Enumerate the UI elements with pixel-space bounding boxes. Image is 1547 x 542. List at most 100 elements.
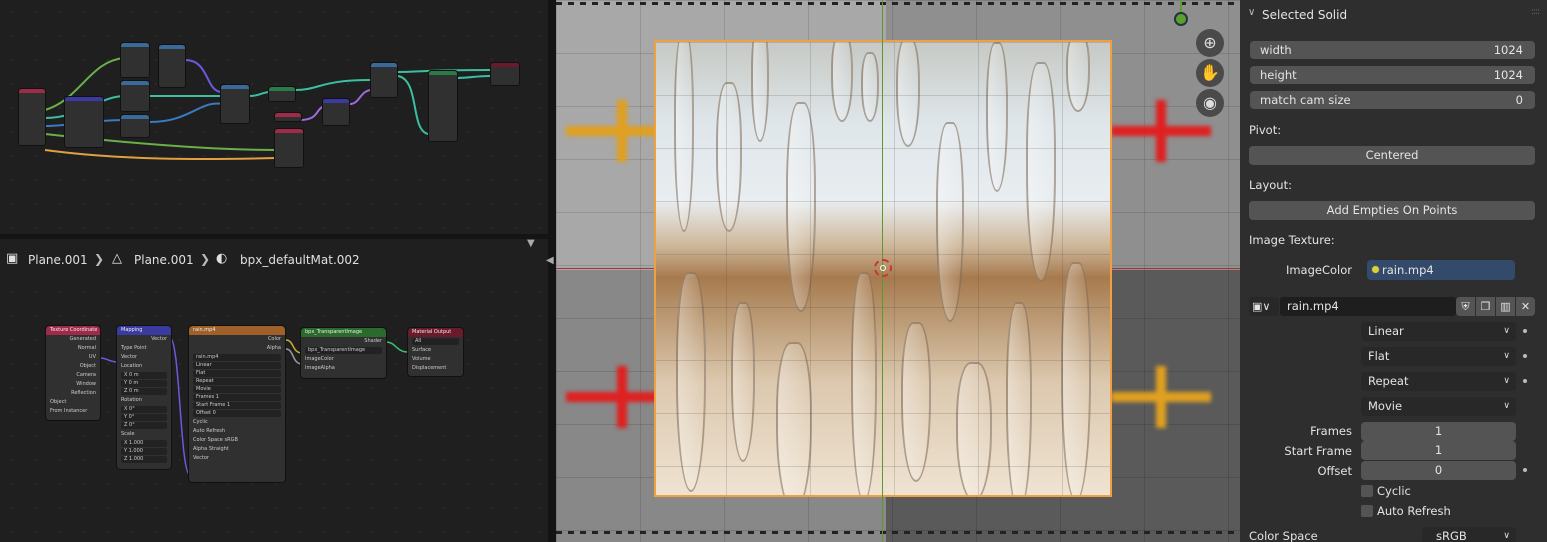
hand-icon[interactable]: ✋ bbox=[1196, 59, 1224, 87]
interpolation-select[interactable]: Linear bbox=[193, 362, 281, 369]
close-icon[interactable]: ✕ bbox=[1516, 297, 1535, 316]
rotation-y[interactable]: Y 0° bbox=[121, 414, 167, 421]
keyframe-dot-icon[interactable] bbox=[1523, 468, 1527, 472]
breadcrumb-material[interactable]: bpx_defaultMat.002 bbox=[240, 253, 360, 267]
colorspace-field[interactable]: Color Space sRGB bbox=[189, 436, 285, 445]
node-group-transparent-image[interactable]: bpx_TransparentImage Shader bpx_Transpar… bbox=[300, 327, 387, 379]
zoom-in-icon[interactable]: ⊕ bbox=[1196, 29, 1224, 57]
duplicate-icon[interactable]: ❐ bbox=[1476, 297, 1495, 316]
autorefresh-checkbox[interactable]: Auto Refresh bbox=[189, 427, 285, 436]
light-handle[interactable] bbox=[1174, 12, 1188, 26]
node-image-texture[interactable]: rain.mp4 Color Alpha rain.mp4 Linear Fla… bbox=[188, 325, 286, 483]
node-editor-detail[interactable]: Texture Coordinate Generated Normal UV O… bbox=[0, 280, 548, 542]
collapse-icon[interactable]: ▼ bbox=[527, 238, 535, 249]
scale-z[interactable]: Z 1.000 bbox=[121, 456, 167, 463]
socket-generated[interactable]: Generated bbox=[46, 335, 100, 344]
socket-shader-out[interactable]: Shader bbox=[301, 337, 386, 346]
mini-node-a[interactable] bbox=[120, 42, 150, 78]
target-select[interactable]: All bbox=[412, 338, 459, 345]
mini-node-texcoord[interactable] bbox=[18, 88, 46, 146]
add-empties-button[interactable]: Add Empties On Points bbox=[1249, 201, 1535, 220]
match-cam-size-field[interactable]: match cam size 0 bbox=[1250, 91, 1535, 109]
socket-uv[interactable]: UV bbox=[46, 353, 100, 362]
image-icon[interactable]: ▣∨ bbox=[1249, 297, 1279, 316]
mini-node-f[interactable] bbox=[268, 86, 296, 102]
source-select[interactable]: Movie ∨ bbox=[1361, 397, 1516, 416]
extension-select[interactable]: Repeat bbox=[193, 378, 281, 385]
socket-volume[interactable]: Volume bbox=[408, 355, 463, 364]
group-datablock[interactable]: bpx_TransparentImage bbox=[305, 347, 382, 354]
socket-window[interactable]: Window bbox=[46, 380, 100, 389]
empty-marker[interactable] bbox=[1111, 100, 1211, 162]
cyclic-checkbox[interactable]: Cyclic bbox=[189, 418, 285, 427]
socket-color[interactable]: Color bbox=[189, 335, 285, 344]
alpha-field[interactable]: Alpha Straight bbox=[189, 445, 285, 454]
rotation-z[interactable]: Z 0° bbox=[121, 422, 167, 429]
cyclic-checkbox[interactable] bbox=[1361, 485, 1373, 497]
rotation-x[interactable]: X 0° bbox=[121, 406, 167, 413]
keyframe-dot-icon[interactable] bbox=[1523, 379, 1527, 383]
frames-field[interactable]: Frames 1 bbox=[193, 394, 281, 401]
3d-viewport[interactable]: ⊕ ✋ ◉ bbox=[556, 0, 1240, 542]
mini-node-e[interactable] bbox=[220, 84, 250, 124]
panel-header[interactable]: ∨ Selected Solid :::: bbox=[1240, 4, 1547, 26]
projection-select[interactable]: Flat ∨ bbox=[1361, 347, 1516, 366]
camera-icon[interactable]: ◉ bbox=[1196, 89, 1224, 117]
socket-alpha[interactable]: Alpha bbox=[189, 344, 285, 353]
collapse-left-icon[interactable]: ◀ bbox=[546, 255, 554, 266]
socket-displacement[interactable]: Displacement bbox=[408, 364, 463, 373]
shield-icon[interactable]: ⛨ bbox=[1456, 297, 1475, 316]
mini-node-mapping[interactable] bbox=[64, 96, 104, 148]
node-material-output[interactable]: Material Output All Surface Volume Displ… bbox=[407, 327, 464, 377]
imagecolor-socket[interactable]: rain.mp4 bbox=[1367, 260, 1515, 280]
mini-node-i[interactable] bbox=[322, 98, 350, 126]
width-field[interactable]: width 1024 bbox=[1250, 41, 1535, 59]
socket-object[interactable]: Object bbox=[46, 362, 100, 371]
breadcrumb-object[interactable]: Plane.001 bbox=[28, 253, 88, 267]
mini-node-j[interactable] bbox=[370, 62, 398, 98]
scale-x[interactable]: X 1.000 bbox=[121, 440, 167, 447]
height-field[interactable]: height 1024 bbox=[1250, 66, 1535, 84]
color-space-select[interactable]: sRGB ∨ bbox=[1422, 527, 1516, 542]
node-editor-overview[interactable] bbox=[0, 0, 548, 234]
location-x[interactable]: X 0 m bbox=[121, 372, 167, 379]
source-select[interactable]: Movie bbox=[193, 386, 281, 393]
offset-field[interactable]: 0 bbox=[1361, 461, 1516, 480]
image-name-field[interactable]: rain.mp4 bbox=[1280, 297, 1456, 316]
from-instancer-checkbox[interactable]: From Instancer bbox=[46, 407, 100, 416]
scale-y[interactable]: Y 1.000 bbox=[121, 448, 167, 455]
mapping-type[interactable]: Type Point bbox=[117, 344, 171, 353]
pivot-select[interactable]: Centered bbox=[1249, 146, 1535, 165]
keyframe-dot-icon[interactable] bbox=[1523, 354, 1527, 358]
node-texture-coordinate[interactable]: Texture Coordinate Generated Normal UV O… bbox=[45, 325, 101, 421]
mini-node-bsdf[interactable] bbox=[428, 70, 458, 142]
socket-vector-out[interactable]: Vector bbox=[117, 335, 171, 344]
mini-node-output[interactable] bbox=[490, 62, 520, 86]
empty-marker[interactable] bbox=[1111, 366, 1211, 428]
offset-field[interactable]: Offset 0 bbox=[193, 410, 281, 417]
mini-node-d[interactable] bbox=[120, 114, 150, 138]
start-frame-field[interactable]: 1 bbox=[1361, 441, 1516, 460]
mini-node-g[interactable] bbox=[274, 112, 302, 122]
socket-normal[interactable]: Normal bbox=[46, 344, 100, 353]
area-divider-vertical[interactable] bbox=[548, 0, 556, 542]
folder-icon[interactable]: ▥ bbox=[1496, 297, 1515, 316]
mini-node-c[interactable] bbox=[120, 80, 150, 112]
image-datablock[interactable]: rain.mp4 bbox=[193, 354, 281, 361]
socket-imagecolor[interactable]: ImageColor bbox=[301, 355, 386, 364]
mini-node-b[interactable] bbox=[158, 44, 186, 88]
socket-vector-in[interactable]: Vector bbox=[189, 454, 285, 463]
keyframe-dot-icon[interactable] bbox=[1523, 329, 1527, 333]
location-y[interactable]: Y 0 m bbox=[121, 380, 167, 387]
object-field-label[interactable]: Object bbox=[46, 398, 100, 407]
socket-reflection[interactable]: Reflection bbox=[46, 389, 100, 398]
mini-node-h[interactable] bbox=[274, 128, 304, 168]
extension-select[interactable]: Repeat ∨ bbox=[1361, 372, 1516, 391]
projection-select[interactable]: Flat bbox=[193, 370, 281, 377]
node-mapping[interactable]: Mapping Vector Type Point Vector Locatio… bbox=[116, 325, 172, 470]
interpolation-select[interactable]: Linear ∨ bbox=[1361, 322, 1516, 341]
socket-camera[interactable]: Camera bbox=[46, 371, 100, 380]
frames-field[interactable]: 1 bbox=[1361, 422, 1516, 441]
start-frame-field[interactable]: Start Frame 1 bbox=[193, 402, 281, 409]
breadcrumb-mesh[interactable]: Plane.001 bbox=[134, 253, 194, 267]
